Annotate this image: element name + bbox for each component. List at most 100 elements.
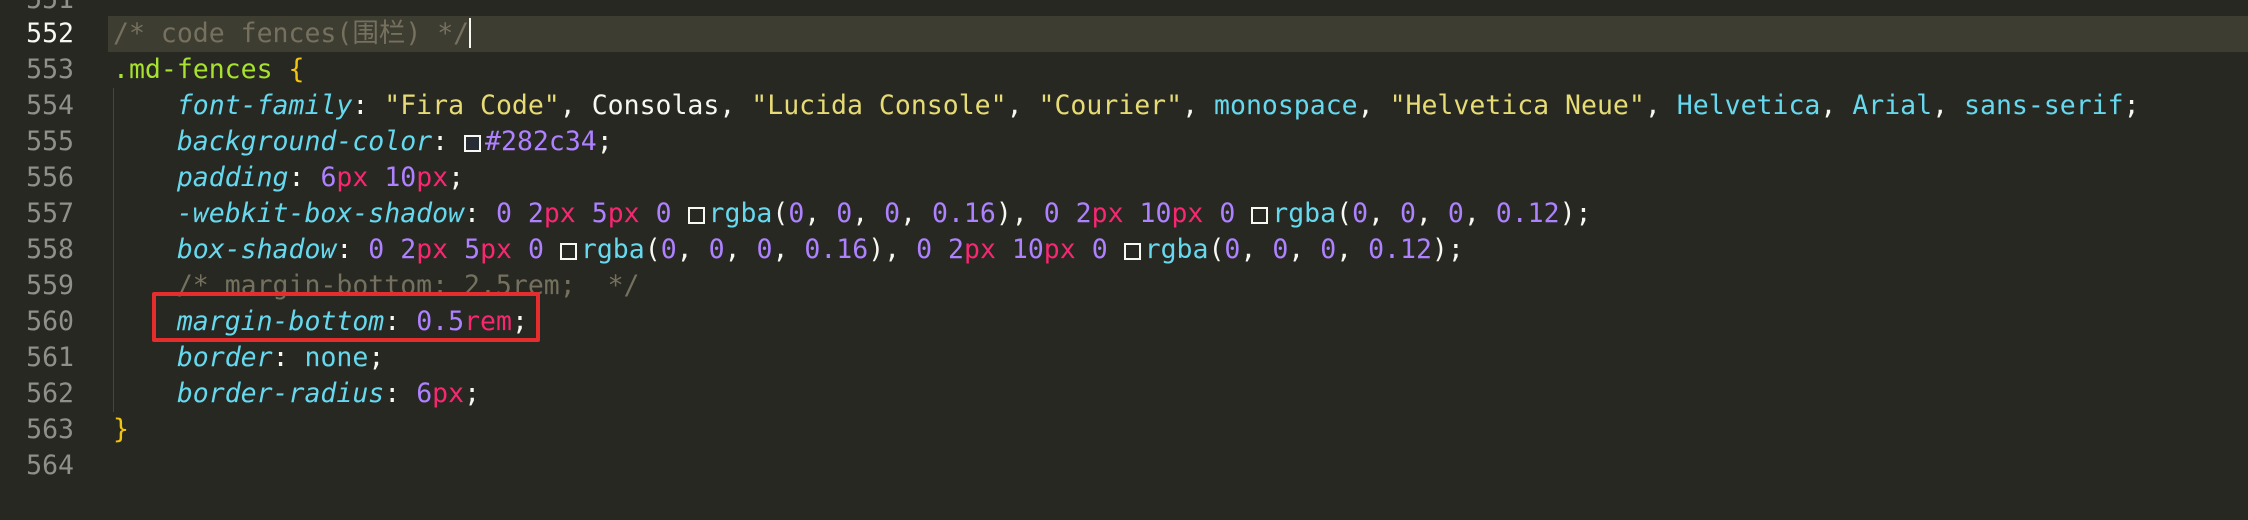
code-line-555[interactable]: background-color: #282c34; [0,124,2248,160]
function-name: rgba [580,234,645,265]
unit: px [416,234,449,265]
css-property: -webkit-box-shadow [176,198,465,229]
text-cursor [469,18,472,48]
css-property: padding [176,162,289,193]
code-line-553[interactable]: .md-fences { [0,52,2248,88]
code-line-552[interactable]: /* code fences(围栏) */ [0,16,2248,52]
unit: px [1043,234,1076,265]
string-value: "Courier" [1038,90,1183,121]
number: 0 [527,234,544,265]
css-property: border [176,342,273,373]
number: 0 [708,234,725,265]
comma: , [1932,90,1949,121]
paren: ( [772,198,789,229]
keyword-value: Arial [1852,90,1933,121]
code-line-563[interactable]: } [0,412,2248,448]
number: 0.12 [1495,198,1560,229]
code-line-558[interactable]: box-shadow: 0 2px 5px 0 rgba(0, 0, 0, 0.… [0,232,2248,268]
close-brace: } [113,414,129,445]
unit: px [336,162,369,193]
semicolon: ; [596,126,613,157]
keyword-value: Helvetica [1676,90,1821,121]
open-brace: { [288,54,305,85]
number: 2 [1075,198,1092,229]
number: 10 [1011,234,1044,265]
string-value: "Helvetica Neue" [1389,90,1645,121]
comma: , [1182,90,1199,121]
colon: : [272,342,289,373]
semicolon: ; [368,342,385,373]
number: 2 [400,234,417,265]
number: 0 [368,234,385,265]
color-swatch-icon[interactable] [687,207,705,224]
code-line-557[interactable]: -webkit-box-shadow: 0 2px 5px 0 rgba(0, … [0,196,2248,232]
keyword-value: monospace [1214,90,1358,121]
semicolon: ; [1575,198,1592,229]
annotation-highlight-box [152,292,540,342]
css-property: box-shadow [176,234,337,265]
number: 0 [1320,234,1337,265]
semicolon: ; [2123,90,2140,121]
number: 0 [1352,198,1369,229]
number: 0 [1272,234,1289,265]
comment: /* code fences(围栏) */ [113,18,470,49]
string-value: "Fira Code" [384,90,560,121]
paren: ( [1336,198,1353,229]
keyword-value: none [304,342,369,373]
paren: ) [995,198,1012,229]
comma: , [1006,90,1023,121]
number: 0 [495,198,512,229]
code-editor[interactable]: 551 552 553 554 555 556 557 558 559 560 … [0,0,2248,487]
comma: , [559,90,576,121]
number: 0.16 [932,198,996,229]
code-line-554[interactable]: font-family: "Fira Code", Consolas, "Luc… [0,88,2248,124]
number: 0 [1219,198,1236,229]
number: 2 [527,198,544,229]
color-swatch-icon[interactable] [464,135,482,152]
paren: ) [1431,234,1448,265]
comma: , [1644,90,1661,121]
value: Consolas [591,90,720,121]
css-property: background-color [176,126,433,157]
number: 6 [320,162,337,193]
number: 0 [884,198,901,229]
paren: ) [1559,198,1576,229]
number: 0 [660,234,677,265]
number: 0.16 [804,234,869,265]
number: 0 [1399,198,1416,229]
number: 0 [836,198,853,229]
number: 6 [416,378,433,409]
number: 0 [1091,234,1108,265]
code-line-562[interactable]: border-radius: 6px; [0,376,2248,412]
colon: : [288,162,305,193]
number: 0 [756,234,773,265]
css-selector: .md-fences [113,54,273,85]
code-line-561[interactable]: border: none; [0,340,2248,376]
unit: px [1091,198,1124,229]
unit: px [480,234,512,265]
number: 0.12 [1368,234,1432,265]
color-swatch-icon[interactable] [559,243,577,260]
paren: ( [644,234,661,265]
color-swatch-icon[interactable] [1123,243,1141,260]
comma: , [1820,90,1837,121]
number: 10 [1139,198,1172,229]
number: 5 [464,234,481,265]
colon: : [432,126,449,157]
color-swatch-icon[interactable] [1251,207,1269,224]
number: 0 [916,234,933,265]
number: 0 [1224,234,1241,265]
number: 0 [1043,198,1060,229]
css-property: font-family [176,90,353,121]
code-line-556[interactable]: padding: 6px 10px; [0,160,2248,196]
number: 10 [384,162,417,193]
semicolon: ; [1447,234,1464,265]
unit: px [432,378,465,409]
semicolon: ; [448,162,465,193]
paren: ) [868,234,885,265]
unit: px [607,198,640,229]
keyword-value: sans-serif [1964,90,2124,121]
unit: px [963,234,996,265]
number: 0 [655,198,672,229]
colon: : [384,378,401,409]
